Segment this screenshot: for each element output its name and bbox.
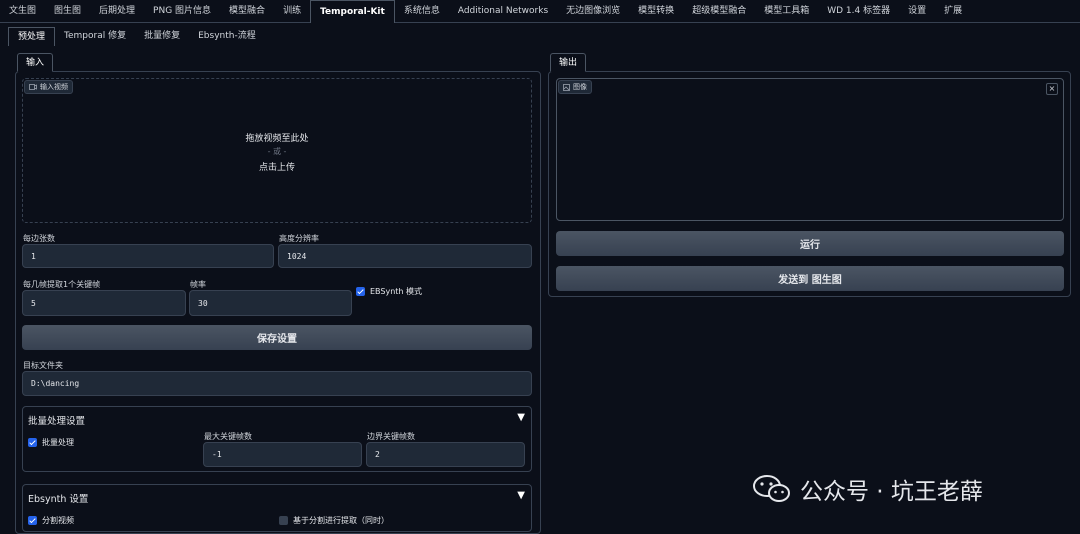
drop-text: 拖放视频至此处 [245,134,309,144]
top-tab-0[interactable]: 文生图 [0,0,45,23]
ebsynth-section-title: Ebsynth 设置 [28,494,89,505]
sides-input[interactable]: 1 [22,244,274,268]
checkbox-checked-icon[interactable] [28,438,37,447]
video-label: 输入视频 [24,80,73,94]
fps-input[interactable]: 30 [189,290,352,316]
video-upload-dropzone[interactable]: 输入视频 拖放视频至此处 - 或 - 点击上传 [22,78,532,223]
subtab-preprocess[interactable]: 预处理 [8,27,56,46]
or-text: - 或 - [267,147,287,156]
keyframe-label: 每几帧提取1个关键帧 [23,280,101,289]
split-video-checkbox[interactable]: 分割视频 [28,515,74,526]
ebsynth-settings-section: Ebsynth 设置 ▼ [22,484,532,532]
sub-tab-bar: 预处理 Temporal 修复 批量修复 Ebsynth-流程 [8,27,265,46]
input-panel-tab[interactable]: 输入 [17,53,54,72]
border-keyframes-input[interactable]: 2 [366,442,525,467]
top-tab-6[interactable]: Temporal-Kit [310,0,395,23]
top-tab-2[interactable]: 后期处理 [90,0,144,23]
watermark: 公众号 · 坑王老薛 [752,472,983,506]
checkbox-unchecked-icon[interactable] [279,516,288,525]
keyframe-input[interactable]: 5 [22,290,186,316]
output-image-area: 图像 × [556,78,1064,221]
batch-checkbox[interactable]: 批量处理 [28,437,74,448]
image-icon [563,83,570,91]
top-tab-1[interactable]: 图生图 [45,0,90,23]
ebsynth-mode-checkbox[interactable]: EBSynth 模式 [356,286,422,297]
top-tab-8[interactable]: Additional Networks [449,0,557,23]
image-label: 图像 [558,80,592,94]
split-extract-checkbox[interactable]: 基于分割进行提取（同时） [279,515,389,526]
top-tab-15[interactable]: 扩展 [935,0,971,23]
border-keyframes-label: 边界关键帧数 [367,432,415,441]
max-keyframes-input[interactable]: -1 [203,442,362,467]
subtab-temporal-fix[interactable]: Temporal 修复 [55,27,135,46]
checkbox-checked-icon[interactable] [356,287,365,296]
top-tab-7[interactable]: 系统信息 [395,0,449,23]
target-folder-label: 目标文件夹 [23,361,63,370]
subtab-batch-fix[interactable]: 批量修复 [135,27,189,46]
top-tab-4[interactable]: 模型融合 [220,0,274,23]
subtab-ebsynth-flow[interactable]: Ebsynth-流程 [189,27,265,46]
top-tab-13[interactable]: WD 1.4 标签器 [818,0,899,23]
save-settings-button[interactable]: 保存设置 [22,325,532,350]
top-tab-10[interactable]: 模型转换 [629,0,683,23]
top-tab-12[interactable]: 模型工具箱 [755,0,818,23]
video-icon [29,84,37,90]
output-panel-tab[interactable]: 输出 [550,53,587,72]
fps-label: 帧率 [190,280,206,289]
height-input[interactable]: 1024 [278,244,532,268]
checkbox-checked-icon[interactable] [28,516,37,525]
max-keyframes-label: 最大关键帧数 [204,432,252,441]
top-tab-3[interactable]: PNG 图片信息 [144,0,220,23]
height-label: 高度分辨率 [279,234,319,243]
top-tab-5[interactable]: 训练 [274,0,310,23]
close-icon[interactable]: × [1046,83,1058,95]
batch-section-title: 批量处理设置 [28,416,86,427]
run-button[interactable]: 运行 [556,231,1064,256]
sides-label: 每边张数 [23,234,55,243]
top-tab-bar: 文生图 图生图 后期处理 PNG 图片信息 模型融合 训练 Temporal-Kit 系统信息… [0,0,1080,23]
collapse-triangle-icon[interactable]: ▼ [517,490,525,501]
collapse-triangle-icon[interactable]: ▼ [517,412,525,423]
click-upload-text: 点击上传 [258,163,295,173]
wechat-icon [753,475,790,502]
top-tab-9[interactable]: 无边图像浏览 [557,0,629,23]
target-folder-input[interactable]: D:\dancing [22,371,532,396]
top-tab-11[interactable]: 超级模型融合 [683,0,755,23]
send-to-img2img-button[interactable]: 发送到 图生图 [556,266,1064,291]
top-tab-14[interactable]: 设置 [899,0,935,23]
